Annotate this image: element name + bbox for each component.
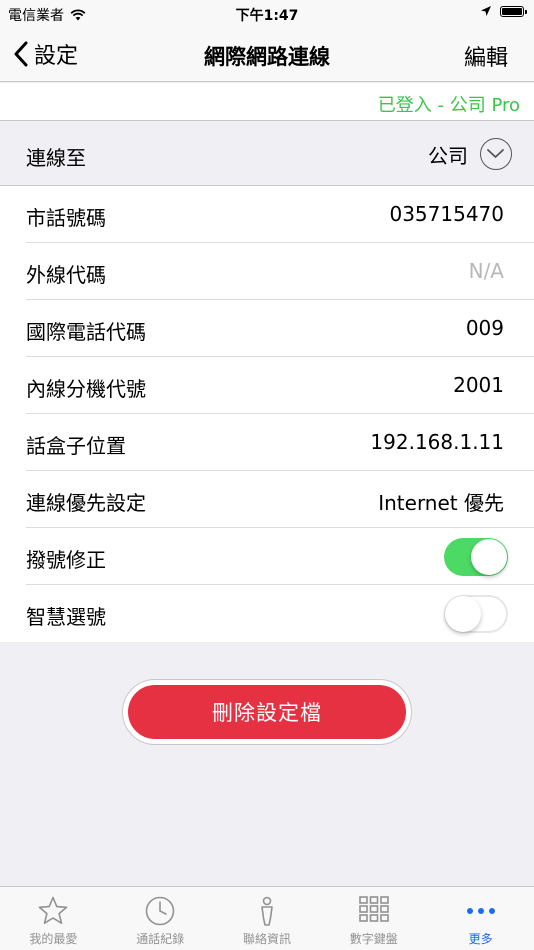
setting-value: N/A — [468, 259, 504, 283]
setting-value: Internet 優先 — [378, 491, 504, 515]
tab-label: 通話紀錄 — [136, 932, 185, 946]
settings-table: 市話號碼 035715470 外線代碼 N/A 國際電話代碼 009 內線分機代… — [0, 186, 534, 642]
more-icon — [466, 908, 495, 914]
settings-row-box-location[interactable]: 話盒子位置 192.168.1.11 — [0, 414, 534, 471]
login-status-bar: 已登入 - 公司 Pro — [0, 83, 534, 121]
tab-label: 更多 — [468, 932, 493, 946]
tab-contacts[interactable]: 聯絡資訊 — [214, 887, 321, 950]
tab-favorites[interactable]: 我的最愛 — [0, 887, 107, 950]
status-bar: 電信業者 下午1:47 — [0, 0, 534, 28]
setting-value: 035715470 — [389, 202, 504, 226]
star-icon — [38, 896, 68, 924]
tab-recents[interactable]: 通話紀錄 — [107, 887, 214, 950]
setting-label: 內線分機代號 — [26, 377, 146, 401]
tab-more[interactable]: 更多 — [427, 887, 534, 950]
settings-row-landline[interactable]: 市話號碼 035715470 — [0, 186, 534, 243]
chevron-down-icon[interactable] — [480, 138, 512, 170]
setting-value: 192.168.1.11 — [370, 430, 504, 454]
settings-row-connection-priority[interactable]: 連線優先設定 Internet 優先 — [0, 471, 534, 528]
tab-label: 我的最愛 — [29, 932, 78, 946]
tab-label: 數字鍵盤 — [349, 932, 398, 946]
tab-keypad[interactable]: 數字鍵盤 — [320, 887, 427, 950]
setting-label: 連線優先設定 — [26, 491, 146, 515]
tab-bar: 我的最愛 通話紀錄 聯絡資訊 數字鍵盤 更多 — [0, 886, 534, 950]
setting-label: 話盒子位置 — [26, 434, 126, 458]
tab-label: 聯絡資訊 — [242, 932, 291, 946]
delete-profile-button[interactable]: 刪除設定檔 — [128, 685, 406, 739]
connect-to-row[interactable]: 連線至 公司 — [0, 122, 534, 186]
setting-label: 市話號碼 — [26, 206, 106, 230]
settings-row-smart-dial: 智慧選號 — [0, 585, 534, 642]
connect-to-label: 連線至 — [26, 146, 86, 170]
status-right — [480, 5, 527, 17]
setting-value: 2001 — [453, 373, 504, 397]
setting-label: 外線代碼 — [26, 263, 106, 287]
location-arrow-icon — [481, 6, 491, 16]
edit-button[interactable]: 編輯 — [464, 40, 508, 72]
delete-button-frame: 刪除設定檔 — [122, 679, 412, 745]
dial-correction-toggle[interactable] — [444, 538, 508, 576]
person-icon — [261, 896, 273, 926]
settings-row-extension[interactable]: 內線分機代號 2001 — [0, 357, 534, 414]
settings-row-dial-correction: 撥號修正 — [0, 528, 534, 585]
navigation-bar: 設定 網際網路連線 編輯 — [0, 28, 534, 82]
settings-row-international-code[interactable]: 國際電話代碼 009 — [0, 300, 534, 357]
settings-row-outside-line-code[interactable]: 外線代碼 N/A — [0, 243, 534, 300]
page-title: 網際網路連線 — [204, 45, 330, 69]
connect-to-value: 公司 — [428, 144, 468, 168]
clock-icon — [145, 896, 175, 926]
setting-label: 智慧選號 — [26, 605, 106, 629]
setting-label: 國際電話代碼 — [26, 320, 146, 344]
battery-icon — [500, 5, 527, 17]
status-time: 下午1:47 — [235, 8, 299, 24]
setting-value: 009 — [465, 316, 504, 340]
keypad-icon — [358, 896, 389, 922]
setting-label: 撥號修正 — [26, 548, 106, 572]
smart-dial-toggle[interactable] — [444, 595, 508, 633]
login-status-text: 已登入 - 公司 Pro — [377, 95, 520, 116]
